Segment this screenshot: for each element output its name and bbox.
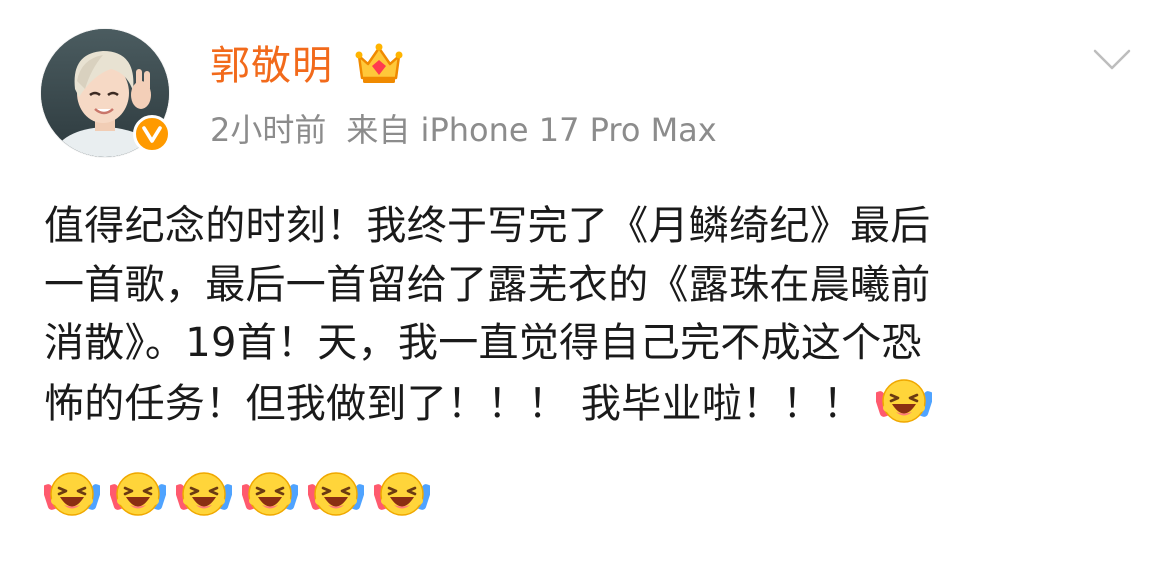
post-content: 值得纪念的时刻！我终于写完了《月鳞绮纪》最后 一首歌，最后一首留给了露芜衣的《露…: [44, 197, 1134, 433]
post-source[interactable]: 来自 iPhone 17 Pro Max: [346, 111, 716, 149]
laugh-cry-emoji-icon: [372, 466, 432, 522]
laugh-cry-emoji-icon: [174, 466, 234, 522]
verified-v-icon: [142, 126, 162, 143]
crown-icon[interactable]: [354, 42, 404, 88]
emoji-row: [42, 466, 432, 522]
laugh-cry-emoji-icon: [874, 373, 934, 429]
verified-badge: [133, 115, 171, 153]
post-time: 2小时前: [210, 111, 327, 149]
content-line-3: 消散》。19首！天，我一直觉得自己完不成这个恐: [44, 320, 922, 366]
laugh-cry-emoji-icon: [306, 466, 366, 522]
chevron-down-icon[interactable]: [1092, 46, 1132, 74]
content-line-4-text: 怖的任务！但我做到了！！！ 我毕业啦！！！: [44, 380, 864, 427]
laugh-cry-emoji-icon: [42, 466, 102, 522]
laugh-cry-emoji-icon: [240, 466, 300, 522]
post-meta: 2小时前 来自 iPhone 17 Pro Max: [210, 110, 717, 150]
laugh-cry-emoji-icon: [108, 466, 168, 522]
author-name[interactable]: 郭敬明: [210, 40, 333, 92]
content-line-4: 怖的任务！但我做到了！！！ 我毕业啦！！！: [44, 373, 1134, 434]
avatar-container[interactable]: [41, 29, 171, 157]
content-line-2: 一首歌，最后一首留给了露芜衣的《露珠在晨曦前: [44, 261, 931, 308]
content-line-1: 值得纪念的时刻！我终于写完了《月鳞绮纪》最后: [44, 203, 931, 249]
weibo-post-card: 郭敬明 2小时前 来自 iPhone 17 Pro Max 值得纪念的时刻！我终于…: [0, 0, 1170, 561]
